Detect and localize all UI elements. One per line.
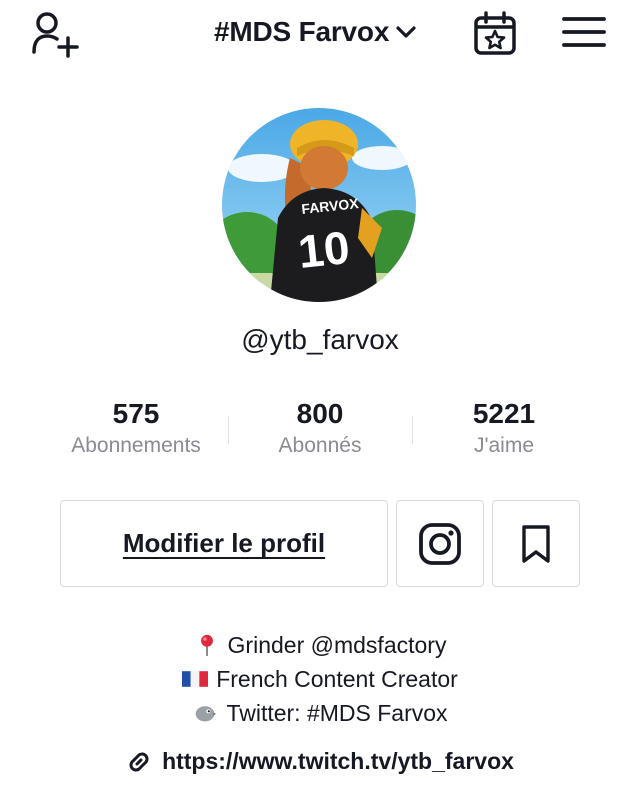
bio-line: French Content Creator — [0, 662, 640, 696]
instagram-button[interactable] — [396, 500, 484, 587]
instagram-icon — [419, 522, 461, 565]
stat-value: 800 — [296, 398, 344, 429]
france-flag-emoji — [182, 671, 209, 687]
stat-label: Abonnés — [278, 434, 362, 457]
stat-value: 5221 — [472, 398, 536, 429]
avatar[interactable]: FARVOX 10 — [222, 108, 416, 302]
link-icon — [129, 752, 149, 771]
stat-value: 575 — [112, 398, 160, 429]
chevron-down-icon — [396, 26, 416, 38]
favorites-button[interactable] — [492, 500, 580, 587]
account-switcher[interactable]: #MDS Farvox — [214, 14, 417, 50]
profile-link[interactable]: https://www.twitch.tv/ytb_farvox — [0, 748, 640, 775]
bio-line: Twitter: #MDS Farvox — [0, 696, 640, 730]
hamburger-menu-icon[interactable] — [562, 14, 606, 50]
profile-stats: 575 Abonnements 800 Abonnés 5221 J'aime — [0, 396, 640, 468]
bio-line-text: Grinder @mdsfactory — [227, 632, 447, 658]
edit-profile-button[interactable]: Modifier le profil — [60, 500, 388, 587]
bio-line-text: French Content Creator — [216, 666, 458, 692]
edit-profile-label: Modifier le profil — [122, 528, 326, 558]
avatar-jersey-number: 10 — [296, 221, 352, 278]
account-title: #MDS Farvox — [214, 16, 390, 47]
bio-line: Grinder @mdsfactory — [0, 628, 640, 662]
profile-handle: @ytb_farvox — [241, 324, 399, 355]
bookmark-icon — [522, 524, 550, 563]
stat-label: J'aime — [473, 434, 535, 457]
pin-emoji — [200, 634, 213, 656]
add-user-icon[interactable] — [30, 10, 82, 58]
profile-link-url: https://www.twitch.tv/ytb_farvox — [162, 748, 514, 774]
stat-followers[interactable]: 800 Abonnés — [220, 396, 420, 458]
calendar-star-icon[interactable] — [472, 10, 518, 56]
profile-bio: Grinder @mdsfactory French Content Creat… — [0, 628, 640, 730]
bio-line-text: Twitter: #MDS Farvox — [226, 700, 448, 726]
top-bar: #MDS Farvox — [0, 0, 640, 64]
stat-likes[interactable]: 5221 J'aime — [404, 396, 604, 458]
bird-emoji — [196, 706, 217, 722]
stat-following[interactable]: 575 Abonnements — [36, 396, 236, 458]
stat-label: Abonnements — [71, 434, 201, 457]
